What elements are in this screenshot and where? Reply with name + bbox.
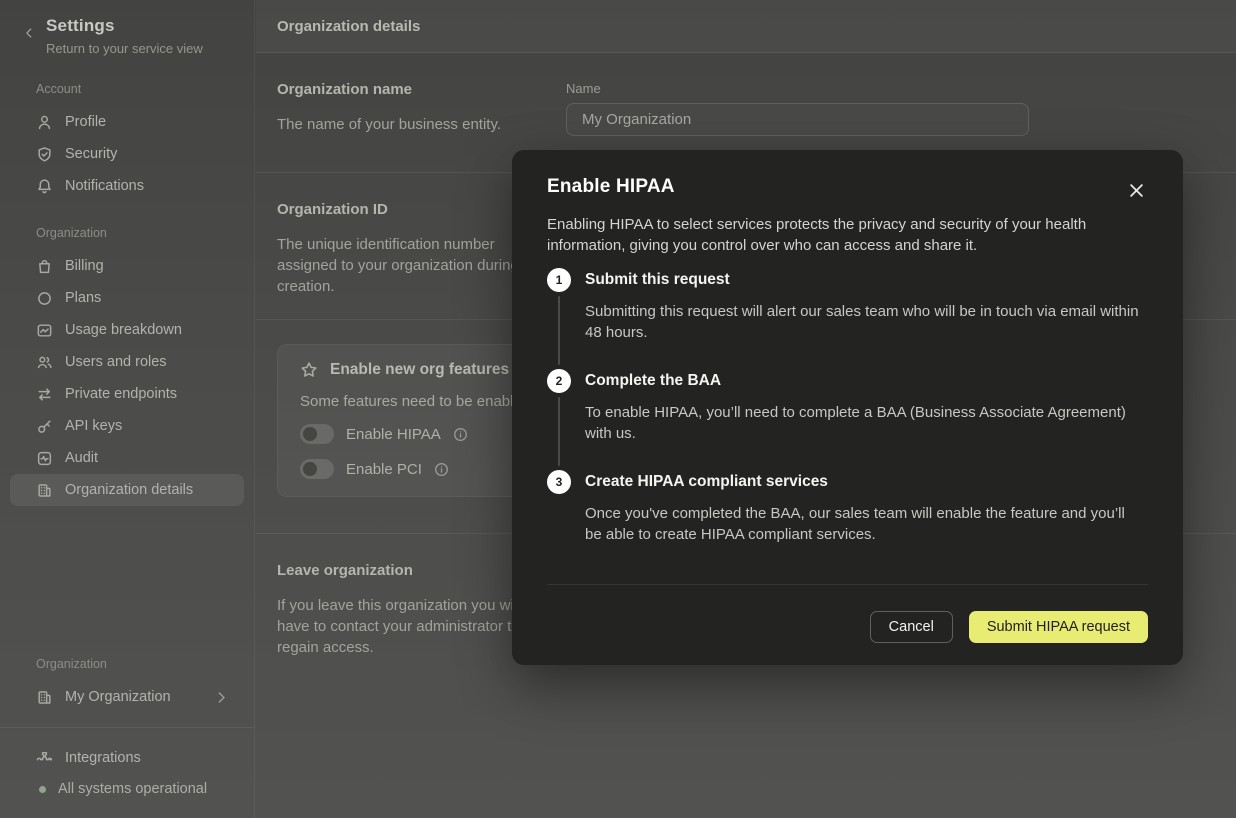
audit-pulse-icon	[36, 450, 53, 467]
plans-circle-icon	[36, 290, 53, 307]
step-title: Submit this request	[585, 268, 1148, 292]
step-number-badge: 2	[547, 369, 571, 393]
arrows-swap-icon	[36, 386, 53, 403]
shield-check-icon	[36, 146, 53, 163]
sidebar-item-private-endpoints[interactable]: Private endpoints	[10, 378, 244, 410]
sidebar-item-label: Usage breakdown	[65, 322, 182, 338]
close-icon	[1129, 183, 1144, 198]
enable-hipaa-modal: Enable HIPAA Enabling HIPAA to select se…	[512, 150, 1183, 665]
sidebar-item-plans[interactable]: Plans	[10, 282, 244, 314]
organization-switcher-name: My Organization	[65, 689, 171, 705]
status-text: All systems operational	[58, 781, 207, 797]
sidebar-header: Settings Return to your service view	[10, 16, 244, 56]
sidebar-item-audit[interactable]: Audit	[10, 442, 244, 474]
hipaa-steps: 1 Submit this request Submitting this re…	[547, 268, 1148, 557]
sidebar-item-label: Organization details	[65, 482, 193, 498]
sidebar-item-notifications[interactable]: Notifications	[10, 170, 244, 202]
chevron-right-icon	[213, 689, 230, 706]
sidebar-bottom: Organization My Organization Integration…	[10, 657, 244, 804]
usage-chart-icon	[36, 322, 53, 339]
sidebar-item-label: Audit	[65, 450, 98, 466]
sidebar-item-organization-details[interactable]: Organization details	[10, 474, 244, 506]
info-icon[interactable]	[453, 427, 468, 442]
submit-hipaa-request-button[interactable]: Submit HIPAA request	[969, 611, 1148, 643]
enable-pci-toggle[interactable]	[300, 459, 334, 479]
sidebar-item-billing[interactable]: Billing	[10, 250, 244, 282]
sidebar-divider	[0, 727, 254, 728]
modal-close-button[interactable]	[1124, 178, 1148, 202]
page-header: Organization details	[256, 0, 1236, 53]
section-description: If you leave this organization you will …	[277, 595, 540, 658]
step-1: 1 Submit this request Submitting this re…	[547, 268, 1148, 369]
sidebar-item-label: Notifications	[65, 178, 144, 194]
organization-switcher[interactable]: My Organization	[10, 681, 244, 713]
sidebar-item-label: Profile	[65, 114, 106, 130]
step-body: To enable HIPAA, you’ll need to complete…	[585, 402, 1143, 444]
sidebar-item-users-and-roles[interactable]: Users and roles	[10, 346, 244, 378]
sidebar-item-label: API keys	[65, 418, 122, 434]
chevron-left-icon	[22, 26, 36, 40]
bell-icon	[36, 178, 53, 195]
step-connector-line	[558, 296, 560, 365]
organization-name-input[interactable]	[566, 103, 1029, 136]
sidebar-item-usage-breakdown[interactable]: Usage breakdown	[10, 314, 244, 346]
step-body: Submitting this request will alert our s…	[585, 301, 1143, 343]
section-title: Organization name	[277, 81, 545, 98]
settings-sidebar: Settings Return to your service view Acc…	[0, 0, 255, 818]
step-title: Complete the BAA	[585, 369, 1148, 393]
cancel-button[interactable]: Cancel	[870, 611, 953, 643]
sidebar-title: Settings	[46, 16, 203, 36]
step-number-badge: 1	[547, 268, 571, 292]
step-body: Once you've completed the BAA, our sales…	[585, 503, 1143, 545]
sidebar-item-security[interactable]: Security	[10, 138, 244, 170]
modal-footer-divider	[547, 584, 1148, 585]
section-description: The name of your business entity.	[277, 114, 545, 135]
sidebar-item-integrations[interactable]: Integrations	[10, 742, 244, 774]
section-description: The unique identification number assigne…	[277, 234, 545, 297]
profile-icon	[36, 114, 53, 131]
building-icon	[36, 689, 53, 706]
step-title: Create HIPAA compliant services	[585, 470, 1148, 494]
sidebar-item-profile[interactable]: Profile	[10, 106, 244, 138]
sidebar-item-label: Security	[65, 146, 117, 162]
sidebar-item-label: Private endpoints	[65, 386, 177, 402]
page-title: Organization details	[277, 18, 420, 35]
organization-section-label: Organization	[36, 226, 244, 240]
info-icon[interactable]	[434, 462, 449, 477]
step-connector-line	[558, 397, 560, 466]
status-dot-icon	[39, 786, 46, 793]
step-3: 3 Create HIPAA compliant services Once y…	[547, 470, 1148, 557]
sidebar-item-label: Users and roles	[65, 354, 167, 370]
modal-footer: Cancel Submit HIPAA request	[547, 611, 1148, 643]
toggle-label: Enable PCI	[346, 461, 422, 478]
card-title: Enable new org features	[330, 361, 509, 379]
name-field-label: Name	[566, 81, 1215, 96]
enable-hipaa-toggle[interactable]	[300, 424, 334, 444]
sidebar-item-label: Integrations	[65, 750, 141, 766]
star-icon	[300, 361, 318, 379]
toggle-label: Enable HIPAA	[346, 426, 441, 443]
account-section-label: Account	[36, 82, 244, 96]
sidebar-item-label: Billing	[65, 258, 104, 274]
modal-title: Enable HIPAA	[547, 176, 675, 198]
sidebar-item-label: Plans	[65, 290, 101, 306]
users-icon	[36, 354, 53, 371]
section-title: Leave organization	[277, 562, 545, 579]
step-2: 2 Complete the BAA To enable HIPAA, you’…	[547, 369, 1148, 470]
modal-description: Enabling HIPAA to select services protec…	[547, 214, 1112, 256]
back-button[interactable]	[18, 22, 40, 44]
building-icon	[36, 482, 53, 499]
key-icon	[36, 418, 53, 435]
puzzle-icon	[36, 750, 53, 767]
billing-bag-icon	[36, 258, 53, 275]
sidebar-subtitle: Return to your service view	[46, 41, 203, 56]
organization-switcher-label: Organization	[36, 657, 244, 671]
step-number-badge: 3	[547, 470, 571, 494]
sidebar-item-api-keys[interactable]: API keys	[10, 410, 244, 442]
section-title: Organization ID	[277, 201, 545, 218]
system-status[interactable]: All systems operational	[10, 774, 244, 804]
